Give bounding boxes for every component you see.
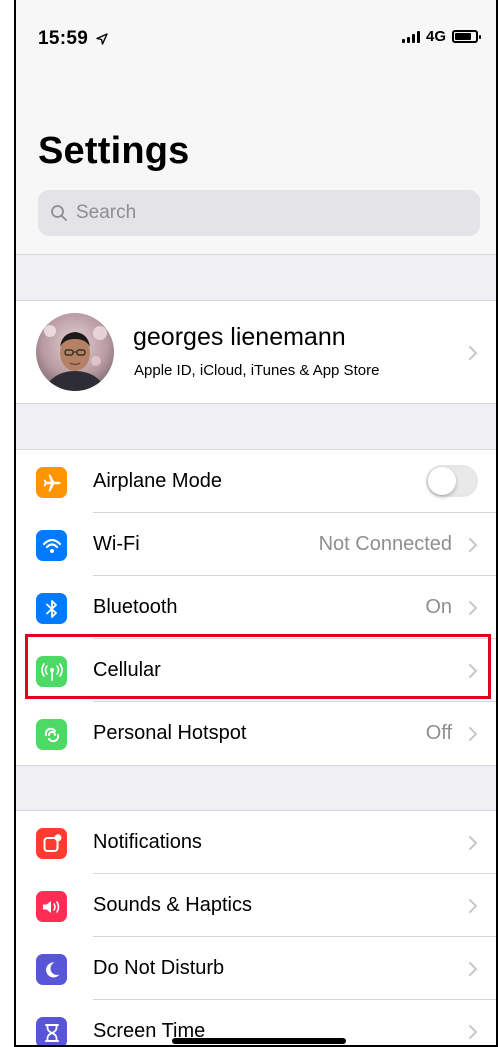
location-arrow-icon <box>96 33 108 45</box>
home-indicator[interactable] <box>172 1038 346 1044</box>
connectivity-group: Airplane Mode Wi-Fi Not Connected Blueto… <box>16 449 496 766</box>
settings-row-personal-hotspot[interactable]: Personal Hotspot Off <box>16 702 496 765</box>
notifications-group: Notifications Sounds & Haptics Do Not Di… <box>16 810 496 1045</box>
wifi-icon <box>36 530 67 561</box>
profile-name: georges lienemann <box>133 323 346 351</box>
chevron-right-icon <box>469 538 477 552</box>
chevron-right-icon <box>469 601 477 615</box>
settings-row-notifications[interactable]: Notifications <box>16 811 496 874</box>
battery-icon <box>452 30 481 43</box>
hourglass-icon <box>36 1017 67 1045</box>
search-input[interactable] <box>76 202 456 224</box>
airplane-mode-toggle[interactable] <box>426 465 478 497</box>
status-time: 15:59 <box>38 28 108 50</box>
settings-row-do-not-disturb[interactable]: Do Not Disturb <box>16 937 496 1000</box>
chevron-right-icon <box>469 664 477 678</box>
chevron-right-icon <box>469 899 477 913</box>
settings-row-sounds-haptics[interactable]: Sounds & Haptics <box>16 874 496 937</box>
chevron-right-icon <box>469 836 477 850</box>
do-not-disturb-label: Do Not Disturb <box>93 957 225 979</box>
cellular-label: Cellular <box>93 659 161 681</box>
chevron-right-icon <box>469 346 477 360</box>
personal-hotspot-status: Off <box>425 722 452 744</box>
chevron-right-icon <box>469 727 477 741</box>
page-title: Settings <box>38 130 190 172</box>
wifi-status: Not Connected <box>318 533 452 555</box>
settings-row-wifi[interactable]: Wi-Fi Not Connected <box>16 513 496 576</box>
cellular-signal-icon <box>401 30 420 43</box>
header: Settings <box>16 70 496 255</box>
personal-hotspot-label: Personal Hotspot <box>93 722 247 744</box>
settings-row-airplane-mode[interactable]: Airplane Mode <box>16 450 496 513</box>
network-type: 4G <box>425 28 446 45</box>
status-indicators: 4G <box>401 28 481 45</box>
moon-icon <box>36 954 67 985</box>
search-icon <box>51 205 67 221</box>
notifications-label: Notifications <box>93 831 202 853</box>
status-time-text: 15:59 <box>38 28 89 49</box>
settings-screen: 15:59 4G Settings Search georges lienema… <box>14 0 498 1047</box>
chevron-right-icon <box>469 962 477 976</box>
settings-row-bluetooth[interactable]: Bluetooth On <box>16 576 496 639</box>
speaker-icon <box>36 891 67 922</box>
airplane-mode-label: Airplane Mode <box>93 470 222 492</box>
status-bar: 15:59 4G <box>16 0 496 70</box>
airplane-icon <box>36 467 67 498</box>
bluetooth-label: Bluetooth <box>93 596 178 618</box>
profile-subtitle: Apple ID, iCloud, iTunes & App Store <box>134 362 380 379</box>
chevron-right-icon <box>469 1025 477 1039</box>
wifi-label: Wi-Fi <box>93 533 140 555</box>
bluetooth-status: On <box>425 596 452 618</box>
toggle-knob <box>428 467 456 495</box>
cellular-antenna-icon <box>36 656 67 687</box>
bluetooth-icon <box>36 593 67 624</box>
settings-row-cellular[interactable]: Cellular <box>16 639 496 702</box>
hotspot-icon <box>36 719 67 750</box>
notifications-icon <box>36 828 67 859</box>
avatar <box>36 313 114 391</box>
sounds-haptics-label: Sounds & Haptics <box>93 894 252 916</box>
apple-id-profile-row[interactable]: georges lienemann Apple ID, iCloud, iTun… <box>16 300 496 404</box>
search-bar[interactable] <box>38 190 480 236</box>
